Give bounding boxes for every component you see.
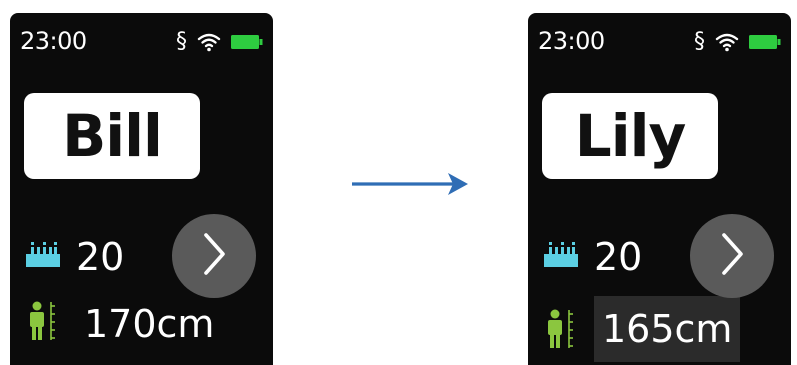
height-row: 165cm — [542, 296, 741, 362]
age-row: 20 — [24, 235, 124, 279]
name-card: Bill — [24, 93, 200, 179]
age-row: 20 — [542, 235, 642, 279]
next-button[interactable] — [690, 214, 774, 298]
device-screen-after: 23:00 § Lily 20 165cm — [528, 13, 791, 365]
comparison-stage: 23:00 § Bill 20 170cm 23:00 § Lily 20 16… — [0, 0, 797, 365]
clock-time: 23:00 — [20, 27, 87, 55]
battery-icon — [749, 34, 781, 50]
signal-icon: § — [176, 29, 187, 54]
age-cake-icon — [542, 241, 580, 274]
transition-arrow — [350, 170, 470, 198]
device-screen-before: 23:00 § Bill 20 170cm — [10, 13, 273, 365]
height-value: 165cm — [602, 307, 733, 351]
status-bar: 23:00 § — [20, 27, 263, 57]
height-person-icon — [542, 308, 580, 355]
age-value: 20 — [76, 235, 125, 279]
arrow-right-icon — [350, 173, 470, 202]
height-value: 170cm — [84, 301, 215, 346]
signal-icon: § — [694, 29, 705, 54]
next-button[interactable] — [172, 214, 256, 298]
name-card: Lily — [542, 93, 718, 179]
status-icons: § — [176, 31, 263, 53]
status-icons: § — [694, 31, 781, 53]
status-bar: 23:00 § — [538, 27, 781, 57]
age-value: 20 — [594, 235, 643, 279]
height-value-box: 165cm — [594, 296, 741, 362]
height-value-box: 170cm — [76, 302, 222, 346]
clock-time: 23:00 — [538, 27, 605, 55]
height-person-icon — [24, 300, 62, 347]
chevron-right-icon — [199, 231, 229, 282]
battery-icon — [231, 34, 263, 50]
wifi-icon — [715, 32, 739, 52]
chevron-right-icon — [717, 231, 747, 282]
height-row: 170cm — [24, 300, 222, 347]
wifi-icon — [197, 32, 221, 52]
user-name: Bill — [62, 102, 163, 170]
age-cake-icon — [24, 241, 62, 274]
user-name: Lily — [574, 102, 687, 170]
